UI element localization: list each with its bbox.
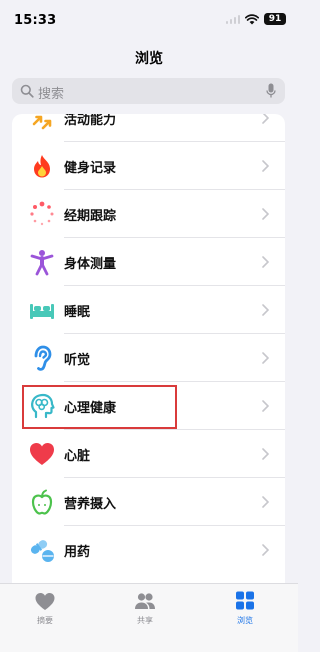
ear-icon [34, 345, 52, 371]
tab-label: 摘要 [37, 616, 53, 625]
chevron-right-icon [262, 114, 269, 124]
list-item-label: 经期跟踪 [64, 209, 117, 224]
list-item-sleep[interactable]: 睡眠 [12, 286, 285, 334]
search-icon [20, 84, 34, 98]
bed-icon [30, 304, 54, 319]
list-item-body-measurements[interactable]: 身体测量 [12, 238, 285, 286]
chevron-right-icon [262, 496, 269, 508]
heart-icon [35, 593, 55, 610]
person-figure-icon [30, 250, 54, 276]
status-time: 15:33 [14, 13, 57, 28]
tab-summary[interactable]: 摘要 [15, 589, 75, 629]
list-item-label: 活动能力 [64, 114, 117, 128]
wifi-icon [245, 13, 259, 24]
highlight-annotation-box [22, 385, 177, 429]
list-item-cycle-tracking[interactable]: 经期跟踪 [12, 190, 285, 238]
battery-icon: 91 [264, 13, 286, 25]
grid-icon [236, 591, 254, 610]
list-item-fitness[interactable]: 健身记录 [12, 142, 285, 190]
list-item-label: 身体测量 [64, 257, 117, 272]
chevron-right-icon [262, 208, 269, 220]
list-item-mobility[interactable]: 活动能力 [12, 114, 285, 142]
microphone-icon[interactable] [266, 83, 276, 99]
activity-arrows-icon [32, 115, 52, 130]
list-item-hearing[interactable]: 听觉 [12, 334, 285, 382]
pills-icon [30, 540, 54, 562]
list-item-label: 健身记录 [64, 161, 117, 176]
tab-bar: 摘要 共享 浏览 [0, 583, 298, 652]
cellular-signal-icon [225, 14, 240, 24]
chevron-right-icon [262, 400, 269, 412]
heart-icon [30, 443, 54, 465]
chevron-right-icon [262, 256, 269, 268]
category-list: 活动能力 健身记录 经期跟踪 身体测量 睡眠 听觉 心理健康 心脏 营养摄入 用… [12, 114, 285, 583]
tab-label: 浏览 [237, 616, 253, 625]
search-bar[interactable]: 搜索 [12, 78, 285, 104]
status-indicators: 91 [225, 13, 286, 25]
tab-label: 共享 [137, 616, 153, 625]
people-icon [135, 593, 155, 609]
apple-icon [31, 489, 53, 515]
list-item-medications[interactable]: 用药 [12, 526, 285, 574]
list-item-label: 心脏 [64, 449, 91, 464]
tab-browse[interactable]: 浏览 [215, 589, 275, 629]
status-bar: 15:33 91 [0, 0, 298, 44]
chevron-right-icon [262, 160, 269, 172]
chevron-right-icon [262, 448, 269, 460]
page-title: 浏览 [135, 51, 163, 67]
list-item-label: 睡眠 [64, 305, 91, 320]
list-item-heart[interactable]: 心脏 [12, 430, 285, 478]
list-item-label: 营养摄入 [64, 497, 117, 512]
list-item-nutrition[interactable]: 营养摄入 [12, 478, 285, 526]
chevron-right-icon [262, 304, 269, 316]
chevron-right-icon [262, 544, 269, 556]
tab-sharing[interactable]: 共享 [115, 589, 175, 629]
chevron-right-icon [262, 352, 269, 364]
search-placeholder: 搜索 [38, 87, 65, 102]
list-item-label: 用药 [64, 545, 91, 560]
cycle-dots-icon [30, 201, 54, 226]
list-item-label: 听觉 [64, 353, 91, 368]
flame-icon [34, 155, 50, 178]
